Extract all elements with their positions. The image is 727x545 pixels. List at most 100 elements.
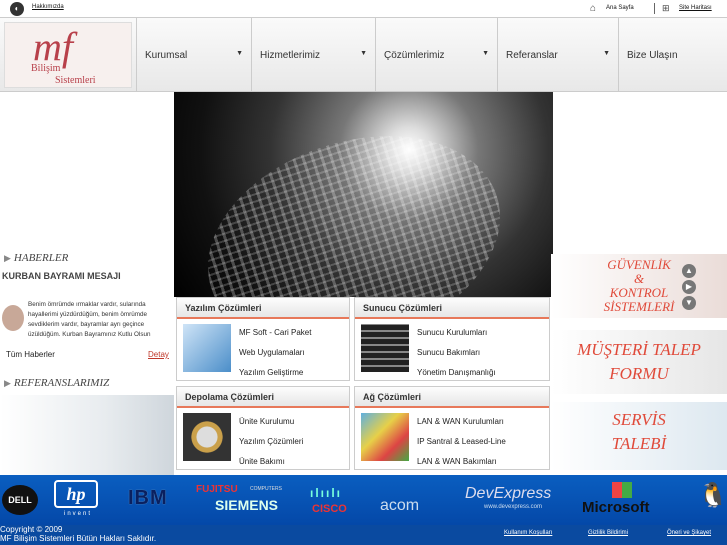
mf-small-logo-icon[interactable]: ◐: [10, 2, 24, 16]
sitemap-link[interactable]: Site Haritası: [679, 5, 712, 11]
list-item[interactable]: Yazılım Geliştirme: [239, 363, 311, 383]
storage-thumbnail: [183, 413, 231, 461]
top-divider: [654, 3, 655, 14]
footer-link-terms[interactable]: Kullanım Koşulları: [504, 530, 552, 536]
chevron-down-icon: ▼: [360, 50, 367, 57]
brand-logo[interactable]: mf Bilişim Sistemleri: [4, 22, 132, 88]
nav-item-kurumsal[interactable]: Kurumsal ▼: [136, 18, 249, 92]
server-solutions-box: Sunucu Çözümleri Sunucu Kurulumları Sunu…: [354, 297, 550, 381]
storage-solutions-box: Depolama Çözümleri Ünite Kurulumu Yazılı…: [176, 386, 350, 470]
microsoft-logo[interactable]: Microsoft: [582, 499, 650, 516]
home-icon[interactable]: ⌂: [590, 3, 596, 14]
banner-text: GÜVENLİK: [607, 257, 671, 272]
service-request-banner[interactable]: SERVİS TALEBİ: [551, 402, 727, 470]
hp-tagline: invent: [64, 511, 93, 517]
arrow-right-icon[interactable]: ▶: [682, 280, 696, 294]
cisco-bars-icon: ılıılı: [310, 486, 343, 500]
ibm-logo[interactable]: IBM: [128, 487, 168, 510]
list-item[interactable]: Web Uygulamaları: [239, 343, 311, 363]
nav-item-referanslar[interactable]: Referanslar ▼: [497, 18, 616, 92]
windows-flag-icon: [612, 482, 632, 498]
siemens-logo[interactable]: SIEMENS: [215, 497, 278, 513]
arrow-up-icon[interactable]: ▲: [682, 264, 696, 278]
news-heading: ▶ HABERLER: [4, 252, 68, 264]
software-thumbnail: [183, 324, 231, 372]
news-title[interactable]: KURBAN BAYRAMI MESAJI: [2, 271, 121, 281]
top-bar: ◐ Hakkımızda ⌂ Ana Sayfa ⊞ Site Haritası: [0, 0, 727, 18]
globe-grid: [180, 100, 528, 297]
banner-text: SİSTEMLERİ: [603, 299, 675, 314]
devexpress-logo[interactable]: DevExpress: [465, 485, 551, 503]
sitemap-icon[interactable]: ⊞: [662, 3, 670, 14]
devexpress-url: www.devexpress.com: [484, 504, 543, 510]
fujitsu-tagline: COMPUTERS: [250, 486, 282, 492]
list-item[interactable]: Yönetim Danışmanlığı: [417, 363, 496, 383]
news-heading-label: HABERLER: [13, 252, 69, 264]
network-thumbnail: [361, 413, 409, 461]
dell-logo[interactable]: DELL: [2, 485, 38, 515]
brand-line2: Sistemleri: [55, 75, 96, 86]
nav-item-bize-ulasin[interactable]: Bize Ulaşın: [618, 18, 727, 92]
box-title[interactable]: Ağ Çözümleri: [355, 387, 549, 408]
banner-text: MÜŞTERİ TALEP: [577, 340, 701, 359]
box-title[interactable]: Depolama Çözümleri: [177, 387, 349, 408]
network-solutions-box: Ağ Çözümleri LAN & WAN Kurulumları IP Sa…: [354, 386, 550, 470]
banner-text: KONTROL: [609, 285, 669, 300]
footer-link-privacy[interactable]: Gizlilik Bildirimi: [588, 530, 628, 536]
nav-item-hizmetlerimiz[interactable]: Hizmetlerimiz ▼: [251, 18, 373, 92]
about-link[interactable]: Hakkımızda: [32, 4, 64, 10]
list-item[interactable]: Ünite Bakımı: [239, 452, 303, 472]
detail-link[interactable]: Detay: [148, 350, 169, 359]
box-title[interactable]: Sunucu Çözümleri: [355, 298, 549, 319]
partner-logos: DELL hp invent IBM FUJITSU COMPUTERS SIE…: [0, 475, 727, 525]
nav-label: Çözümlerimiz: [384, 49, 445, 61]
chevron-down-icon: ▼: [603, 50, 610, 57]
nav-label: Referanslar: [506, 49, 558, 61]
list-item[interactable]: Sunucu Kurulumları: [417, 323, 496, 343]
references-heading: ▶ REFERANSLARIMIZ: [4, 377, 109, 389]
banner-text: FORMU: [609, 364, 669, 383]
list-item[interactable]: Ünite Kurulumu: [239, 412, 303, 432]
cisco-logo[interactable]: CISCO: [312, 503, 347, 515]
brand-line1: Bilişim: [31, 63, 61, 74]
banner-text: TALEBİ: [611, 434, 667, 453]
news-avatar: [2, 305, 24, 331]
software-solutions-box: Yazılım Çözümleri MF Soft - Cari Paket W…: [176, 297, 350, 381]
list-item[interactable]: MF Soft - Cari Paket: [239, 323, 311, 343]
arrow-right-icon: ▶: [4, 253, 11, 263]
list-item[interactable]: Sunucu Bakımları: [417, 343, 496, 363]
home-link[interactable]: Ana Sayfa: [606, 5, 634, 11]
security-banner[interactable]: GÜVENLİK & KONTROL SİSTEMLERİ: [551, 254, 727, 318]
arrow-down-icon[interactable]: ▼: [682, 296, 696, 310]
nav-item-cozumlerimiz[interactable]: Çözümlerimiz ▼: [375, 18, 495, 92]
list-item[interactable]: IP Santral & Leased-Line: [417, 432, 506, 452]
copyright: Copyright © 2009 MF Bilişim Sistemleri Bü…: [0, 525, 156, 543]
box-title[interactable]: Yazılım Çözümleri: [177, 298, 349, 319]
references-image: [0, 395, 174, 475]
list-item[interactable]: Yazılım Çözümleri: [239, 432, 303, 452]
list-item[interactable]: LAN & WAN Bakımları: [417, 452, 506, 472]
arrow-right-icon: ▶: [4, 378, 11, 388]
nav-label: Hizmetlerimiz: [260, 49, 320, 61]
references-heading-label: REFERANSLARIMIZ: [13, 377, 110, 389]
all-news-link[interactable]: Tüm Haberler: [6, 350, 55, 359]
acom-logo[interactable]: acom: [380, 497, 419, 515]
rights-line: MF Bilişim Sistemleri Bütün Hakları Sakl…: [0, 534, 157, 543]
copyright-line: Copyright © 2009: [0, 525, 63, 534]
linux-penguin-icon[interactable]: 🐧: [698, 481, 727, 510]
chevron-down-icon: ▼: [482, 50, 489, 57]
main-nav: mf Bilişim Sistemleri Kurumsal ▼ Hizmetl…: [0, 18, 727, 92]
server-thumbnail: [361, 324, 409, 372]
nav-label: Bize Ulaşın: [627, 49, 678, 61]
customer-request-banner[interactable]: MÜŞTERİ TALEP FORMU: [551, 330, 727, 394]
fujitsu-logo[interactable]: FUJITSU: [196, 484, 238, 495]
banner-text: &: [633, 271, 645, 286]
footer-link-feedback[interactable]: Öneri ve Şikayet: [667, 530, 711, 536]
chevron-down-icon: ▼: [236, 50, 243, 57]
list-item[interactable]: LAN & WAN Kurulumları: [417, 412, 506, 432]
hp-logo[interactable]: hp: [54, 480, 98, 508]
news-text: Benim ömrümde ırmaklar vardır, sularında…: [28, 301, 151, 338]
banner-controls: ▲ ▶ ▼: [682, 264, 700, 312]
hero-globe-image: [174, 92, 553, 297]
nav-label: Kurumsal: [145, 49, 188, 61]
